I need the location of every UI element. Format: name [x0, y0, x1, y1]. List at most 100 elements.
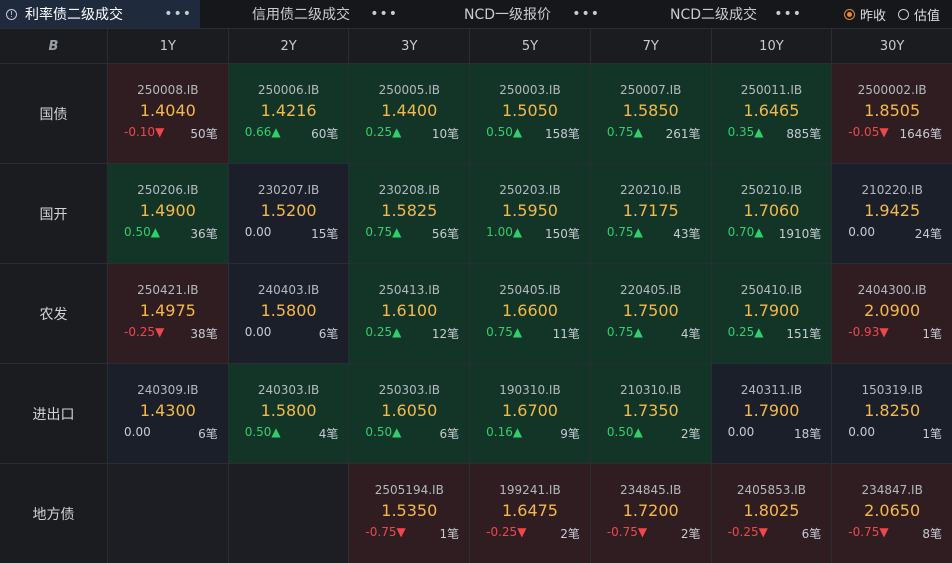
bond-quote-cell[interactable]: 230207.IB 1.5200 0.00 15笔 [228, 164, 349, 263]
bond-quote-cell[interactable]: 250005.IB 1.4400 0.25▲ 10笔 [349, 64, 470, 163]
change-value: 0.00 [244, 325, 272, 339]
change-value: 0.25 [365, 325, 393, 339]
bond-quote-cell[interactable]: 250206.IB 1.4900 0.50▲ 36笔 [108, 164, 228, 263]
bond-quote-cell[interactable]: 250421.IB 1.4975 -0.25▼ 38笔 [108, 264, 228, 363]
bond-code: 210220.IB [861, 183, 923, 197]
bond-code: 250008.IB [137, 83, 199, 97]
more-icon[interactable]: ••• [370, 7, 398, 21]
bond-yield: 1.5950 [502, 201, 558, 220]
yield-change: 0.25▲ [365, 125, 401, 142]
bond-quote-cell[interactable]: 150319.IB 1.8250 0.00 1笔 [832, 364, 952, 463]
trade-count: 24笔 [914, 227, 942, 241]
yield-change: 0.00 [848, 425, 875, 442]
bond-quote-cell[interactable]: 190310.IB 1.6700 0.16▲ 9笔 [470, 364, 590, 463]
trade-count: 4笔 [318, 427, 339, 441]
change-value: -0.93 [848, 325, 880, 339]
tenor-header: 7Y [590, 29, 711, 63]
bond-quote-cell[interactable]: 250003.IB 1.5050 0.50▲ 158笔 [470, 64, 590, 163]
change-value: 0.00 [124, 425, 151, 439]
change-value: 0.75 [606, 325, 634, 339]
yield-change: -0.75▼ [365, 525, 405, 542]
bond-quote-cell[interactable]: 234845.IB 1.7200 -0.75▼ 2笔 [590, 464, 711, 563]
bond-code: 240309.IB [137, 383, 199, 397]
bond-quote-cell[interactable]: 220210.IB 1.7175 0.75▲ 43笔 [590, 164, 711, 263]
trade-count: 2笔 [680, 527, 701, 541]
change-value: -0.25 [486, 525, 518, 539]
change-value: 0.25 [365, 125, 393, 139]
more-icon[interactable]: ••• [164, 7, 192, 21]
bond-quote-cell[interactable]: 250405.IB 1.6600 0.75▲ 11笔 [470, 264, 590, 363]
bond-quote-cell[interactable]: 250303.IB 1.6050 0.50▲ 6笔 [349, 364, 470, 463]
yield-change: 0.00 [728, 425, 755, 442]
yield-change: 0.35▲ [728, 125, 764, 142]
yield-change: 0.16▲ [486, 425, 522, 442]
change-value: -0.75 [365, 525, 397, 539]
bond-quote-cell[interactable]: 2404300.IB 2.0900 -0.93▼ 1笔 [832, 264, 952, 363]
yield-change: 0.50▲ [245, 425, 281, 442]
bond-quote-cell[interactable]: 240309.IB 1.4300 0.00 6笔 [108, 364, 228, 463]
yield-change: 0.50▲ [486, 125, 522, 142]
bond-quote-cell[interactable]: 250006.IB 1.4216 0.66▲ 60笔 [228, 64, 349, 163]
bond-quote-cell[interactable]: 240403.IB 1.5800 0.00 6笔 [228, 264, 349, 363]
change-down-icon: ▼ [517, 525, 527, 539]
bond-quote-cell[interactable]: 2505194.IB 1.5350 -0.75▼ 1笔 [349, 464, 470, 563]
radio-prev-close[interactable]: 昨收 [843, 5, 886, 24]
tenor-header: 10Y [711, 29, 832, 63]
change-down-icon: ▼ [155, 125, 165, 139]
bond-quote-cell[interactable]: 250011.IB 1.6465 0.35▲ 885笔 [711, 64, 832, 163]
trade-count: 18笔 [794, 427, 822, 441]
trade-count: 151笔 [786, 327, 822, 341]
bond-quote-cell[interactable]: 250210.IB 1.7060 0.70▲ 1910笔 [711, 164, 832, 263]
bond-yield: 1.8250 [864, 401, 921, 420]
bond-quote-cell[interactable]: 240303.IB 1.5800 0.50▲ 4笔 [228, 364, 349, 463]
tenor-header: 1Y [108, 29, 228, 63]
bond-code: 250007.IB [620, 83, 682, 97]
empty-cell [108, 464, 228, 563]
bond-code: 210310.IB [620, 383, 682, 397]
yield-change: 0.75▲ [607, 125, 643, 142]
trade-count: 261笔 [665, 127, 701, 141]
bond-quote-cell[interactable]: 250413.IB 1.6100 0.25▲ 12笔 [349, 264, 470, 363]
change-down-icon: ▼ [879, 325, 889, 339]
bond-quote-cell[interactable]: 230208.IB 1.5825 0.75▲ 56笔 [349, 164, 470, 263]
bond-yield: 1.4216 [260, 101, 317, 120]
info-icon[interactable]: ! [6, 8, 17, 20]
bond-type-label: 农发 [0, 264, 107, 363]
radio-selected-icon [843, 8, 855, 20]
change-value: 0.70 [727, 225, 755, 239]
trade-count: 6笔 [318, 327, 339, 341]
bond-quote-cell[interactable]: 234847.IB 2.0650 -0.75▼ 8笔 [832, 464, 952, 563]
change-value: -0.25 [124, 325, 156, 339]
bond-yield: 1.6475 [502, 501, 558, 520]
radio-label: 昨收 [859, 8, 886, 24]
more-icon[interactable]: ••• [572, 7, 600, 21]
bond-quote-cell[interactable]: 250008.IB 1.4040 -0.10▼ 50笔 [108, 64, 228, 163]
yield-change: -0.93▼ [848, 325, 888, 342]
tab-rate-bond-secondary[interactable]: ! 利率债二级成交 ••• [0, 0, 200, 28]
bond-quote-cell[interactable]: 250410.IB 1.7900 0.25▲ 151笔 [711, 264, 832, 363]
tab-credit-bond-secondary[interactable]: 信用债二级成交 ••• [246, 0, 406, 28]
bond-quote-cell[interactable]: 210310.IB 1.7350 0.50▲ 2笔 [590, 364, 711, 463]
bond-quote-cell[interactable]: 2405853.IB 1.8025 -0.25▼ 6笔 [711, 464, 832, 563]
yield-change: 0.25▲ [728, 325, 764, 342]
bond-quote-cell[interactable]: 210220.IB 1.9425 0.00 24笔 [832, 164, 952, 263]
change-up-icon: ▲ [392, 225, 402, 239]
bond-quote-cell[interactable]: 220405.IB 1.7500 0.75▲ 4笔 [590, 264, 711, 363]
bond-yield: 1.7900 [743, 401, 800, 420]
trade-count: 15笔 [311, 227, 339, 241]
change-up-icon: ▲ [633, 225, 643, 239]
bond-quote-cell[interactable]: 250007.IB 1.5850 0.75▲ 261笔 [590, 64, 711, 163]
tab-ncd-secondary[interactable]: NCD二级成交 ••• [664, 0, 810, 28]
more-icon[interactable]: ••• [774, 7, 802, 21]
bond-yield: 1.7175 [622, 201, 679, 220]
change-value: -0.10 [124, 125, 156, 139]
bond-quote-cell[interactable]: 250203.IB 1.5950 1.00▲ 150笔 [470, 164, 590, 263]
radio-valuation[interactable]: 估值 [897, 5, 940, 24]
change-value: 1.00 [486, 225, 513, 239]
tab-ncd-primary-quote[interactable]: NCD一级报价 ••• [458, 0, 608, 28]
bond-quote-cell[interactable]: 199241.IB 1.6475 -0.25▼ 2笔 [470, 464, 590, 563]
change-value: -0.25 [727, 525, 759, 539]
trade-count: 1笔 [922, 327, 942, 341]
bond-quote-cell[interactable]: 2500002.IB 1.8505 -0.05▼ 1646笔 [832, 64, 952, 163]
bond-quote-cell[interactable]: 240311.IB 1.7900 0.00 18笔 [711, 364, 832, 463]
